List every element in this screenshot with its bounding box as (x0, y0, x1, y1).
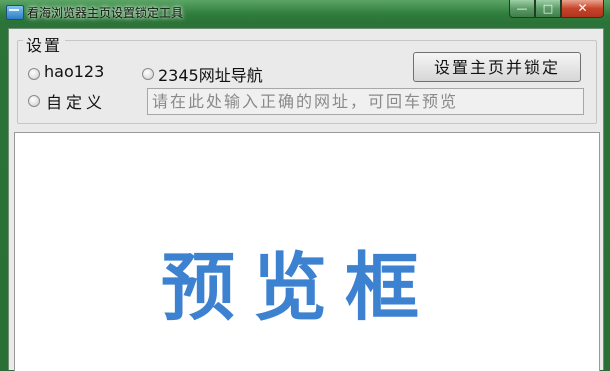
preview-frame: 预览框 (14, 132, 600, 371)
preview-placeholder-text: 预览框 (161, 245, 437, 331)
maximize-button[interactable]: □ (535, 0, 561, 18)
radio-custom-label[interactable]: 自定义 (46, 89, 106, 113)
window-controls: — □ ✕ (509, 0, 604, 19)
radio-hao123[interactable] (28, 68, 40, 80)
radio-custom[interactable] (28, 95, 40, 107)
browser-window-icon (6, 5, 24, 20)
set-homepage-lock-button[interactable]: 设置主页并锁定 (413, 52, 581, 82)
settings-group-label: 设置 (23, 32, 66, 56)
client-area: 设置 hao123 2345网址导航 自定义 设置主页并锁定 预览框 (8, 28, 604, 371)
url-input[interactable] (147, 88, 584, 115)
radio-2345-label[interactable]: 2345网址导航 (158, 62, 263, 86)
radio-2345[interactable] (142, 68, 154, 80)
window-title: 看海浏览器主页设置锁定工具 (27, 6, 184, 20)
title-bar[interactable]: 看海浏览器主页设置锁定工具 — □ ✕ (0, 0, 610, 24)
app-window: 看海浏览器主页设置锁定工具 — □ ✕ 设置 hao123 2345网址导航 自… (0, 0, 610, 371)
close-button[interactable]: ✕ (561, 0, 604, 18)
minimize-button[interactable]: — (509, 0, 535, 18)
radio-hao123-label[interactable]: hao123 (44, 62, 104, 81)
